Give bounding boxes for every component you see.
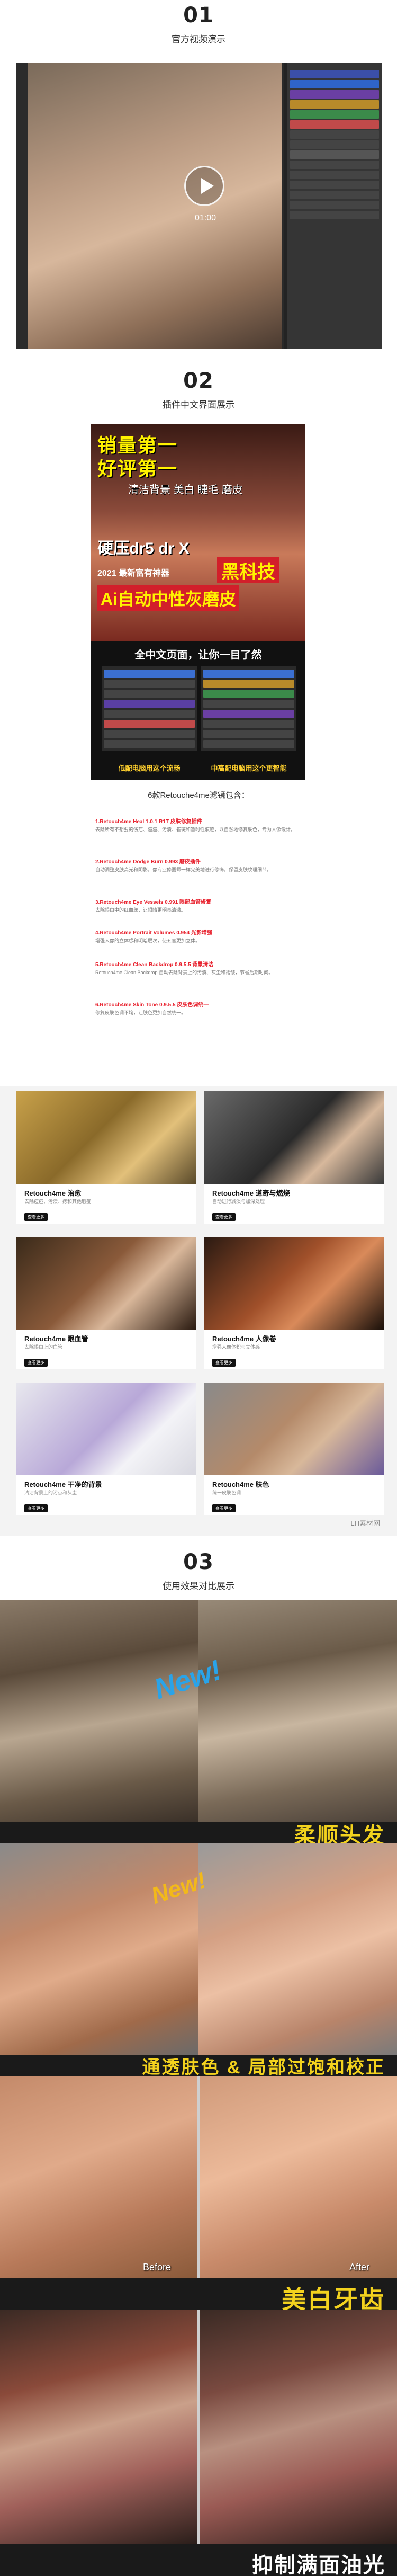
card-more-button[interactable]: 查看更多 <box>212 1213 236 1221</box>
card-desc: 去除痘痘、污渍、痣和其他瑕疵 <box>24 1199 92 1204</box>
menu-caption-left: 低配电脑用这个流畅 <box>118 764 181 772</box>
after-image <box>198 1600 397 1822</box>
card-more-button[interactable]: 查看更多 <box>212 1359 236 1367</box>
card-image <box>204 1237 384 1330</box>
section-title: 插件中文界面展示 <box>163 400 234 410</box>
card-title: Retouch4me 肤色 <box>212 1481 269 1488</box>
product-card[interactable]: Retouch4me 干净的背景 清洁背景上的污点和灰尘 查看更多 <box>16 1383 196 1515</box>
filter-title: 6.Retouch4me Skin Tone 0.9.5.5 皮肤色调统一 <box>95 1002 209 1008</box>
section-title: 官方视频演示 <box>172 34 225 44</box>
filter-desc: 去除所有不想要的伤疤、痘痘、污渍、雀斑和暂时性痕迹，以自然地修复肤色，专为人像设… <box>95 827 296 832</box>
filter-item: 5.Retouch4me Clean Backdrop 0.9.5.5 背景清洁… <box>95 960 302 976</box>
card-more-button[interactable]: 查看更多 <box>24 1213 48 1221</box>
filters-heading: 6款Retouche4me滤镜包含： <box>148 791 249 800</box>
photoshop-layers-panel <box>287 63 382 349</box>
comparison-hair: New! 柔顺头发 <box>0 1600 397 1843</box>
photoshop-toolbar <box>16 63 28 349</box>
product-cards: Retouch4me 治愈 去除痘痘、污渍、痣和其他瑕疵 查看更多 Retouc… <box>0 1086 397 1536</box>
section-number: 01 <box>183 3 214 28</box>
comparison-skin: New! 通透肤色 & 局部过饱和校正 <box>0 1843 397 2076</box>
filter-title: 5.Retouch4me Clean Backdrop 0.9.5.5 背景清洁 <box>95 962 214 968</box>
card-more-button[interactable]: 查看更多 <box>24 1359 48 1367</box>
section-header-01: 01 官方视频演示 <box>0 0 397 64</box>
poster-subtitle: 2021 最新富有神器 <box>97 569 170 578</box>
chinese-menu-preview: 全中文页面，让你一目了然 低配电脑用这个流畅 中高配电脑用这个更智能 <box>91 641 305 780</box>
filter-item: 3.Retouch4me Eye Vessels 0.991 眼部血管修复 去除… <box>95 897 302 914</box>
card-more-button[interactable]: 查看更多 <box>212 1504 236 1512</box>
before-label: Before <box>143 2262 172 2272</box>
filter-desc: 自动调整皮肤高光和阴影，像专业修图师一样完美地进行修饰，保留皮肤纹理细节。 <box>95 867 272 872</box>
promo-poster: 销量第一 好评第一 清洁背景 美白 睫毛 磨皮 硬压dr5 dr X 2021 … <box>91 424 305 641</box>
card-desc: 统一皮肤色调 <box>212 1490 241 1495</box>
comparison-teeth: Before After 美白牙齿 <box>0 2076 397 2310</box>
poster-highlight-2: Ai自动中性灰磨皮 <box>97 585 240 611</box>
after-image <box>200 2076 397 2278</box>
section-number: 03 <box>183 1550 214 1574</box>
card-desc: 清洁背景上的污点和灰尘 <box>24 1490 77 1495</box>
product-card[interactable]: Retouch4me 肤色 统一皮肤色调 查看更多 <box>204 1383 384 1515</box>
card-image <box>16 1237 196 1330</box>
card-image <box>204 1383 384 1475</box>
menu-list-left <box>102 666 197 751</box>
section-number: 02 <box>183 369 214 393</box>
before-image <box>0 1843 198 2055</box>
filter-item: 4.Retouch4me Portrait Volumes 0.954 光影增强… <box>95 928 302 944</box>
after-image <box>200 2310 397 2544</box>
after-label: After <box>349 2262 370 2272</box>
poster-headline-2: 好评第一 <box>97 458 178 479</box>
section-header-03: 03 使用效果对比展示 <box>0 1547 397 1600</box>
card-title: Retouch4me 人像卷 <box>212 1335 276 1343</box>
filters-list: 6款Retouche4me滤镜包含： 1.Retouch4me Heal 1.0… <box>79 789 318 1075</box>
comparison-caption: 美白牙齿 <box>282 2286 385 2310</box>
poster-brand: 硬压dr5 dr X <box>97 540 190 557</box>
filter-desc: 增强人像的立体感和明暗层次，使五官更加立体。 <box>95 938 201 943</box>
card-desc: 自动进行减淡与加深处理 <box>212 1199 265 1204</box>
section-header-02: 02 插件中文界面展示 <box>0 366 397 424</box>
watermark: LH素材网 <box>350 1519 380 1527</box>
card-title: Retouch4me 道奇与燃烧 <box>212 1189 290 1197</box>
card-image <box>204 1091 384 1184</box>
section-title: 使用效果对比展示 <box>163 1581 234 1591</box>
poster-highlight-1: 黑科技 <box>217 557 279 583</box>
filter-item: 6.Retouch4me Skin Tone 0.9.5.5 皮肤色调统一 修复… <box>95 1000 302 1017</box>
before-image <box>0 1600 198 1822</box>
comparison-caption: 柔顺头发 <box>294 1824 385 1843</box>
menu-caption-right: 中高配电脑用这个更智能 <box>211 764 287 772</box>
comparison-oil: 抑制满面油光 <box>0 2310 397 2576</box>
product-card[interactable]: Retouch4me 眼血管 去除眼白上的血管 查看更多 <box>16 1237 196 1369</box>
video-duration: 01:00 <box>194 213 216 222</box>
play-icon[interactable] <box>184 166 224 206</box>
card-title: Retouch4me 治愈 <box>24 1189 82 1197</box>
before-image <box>0 2076 197 2278</box>
menu-list-right <box>201 666 296 751</box>
poster-features: 清洁背景 美白 睫毛 磨皮 <box>128 484 243 496</box>
filter-desc: Retouch4me Clean Backdrop 自动去除背景上的污渍、灰尘和… <box>95 970 274 975</box>
card-desc: 去除眼白上的血管 <box>24 1344 63 1350</box>
filter-title: 4.Retouch4me Portrait Volumes 0.954 光影增强 <box>95 930 212 936</box>
card-title: Retouch4me 干净的背景 <box>24 1481 102 1488</box>
product-card[interactable]: Retouch4me 道奇与燃烧 自动进行减淡与加深处理 查看更多 <box>204 1091 384 1224</box>
video-player[interactable]: 01:00 <box>16 63 382 349</box>
filter-item: 2.Retouch4me Dodge Burn 0.993 磨皮插件 自动调整皮… <box>95 857 302 873</box>
product-card[interactable]: Retouch4me 治愈 去除痘痘、污渍、痣和其他瑕疵 查看更多 <box>16 1091 196 1224</box>
filter-title: 1.Retouch4me Heal 1.0.1 R1T 皮肤修复插件 <box>95 819 202 825</box>
card-more-button[interactable]: 查看更多 <box>24 1504 48 1512</box>
filter-item: 1.Retouch4me Heal 1.0.1 R1T 皮肤修复插件 去除所有不… <box>95 817 302 833</box>
filter-desc: 去除眼白中的红血丝，让眼睛更明亮清澈。 <box>95 907 186 913</box>
card-image <box>16 1091 196 1184</box>
comparison-caption: 通透肤色 & 局部过饱和校正 <box>142 2057 385 2076</box>
filter-desc: 修复皮肤色调不均，让肤色更加自然统一。 <box>95 1010 186 1015</box>
after-image <box>198 1843 397 2055</box>
filter-title: 2.Retouch4me Dodge Burn 0.993 磨皮插件 <box>95 859 201 865</box>
card-title: Retouch4me 眼血管 <box>24 1335 88 1343</box>
portrait-video-frame <box>28 63 282 349</box>
product-card[interactable]: Retouch4me 人像卷 增强人像体积与立体感 查看更多 <box>204 1237 384 1369</box>
comparison-caption: 抑制满面油光 <box>252 2554 385 2576</box>
card-desc: 增强人像体积与立体感 <box>212 1344 260 1350</box>
card-image <box>16 1383 196 1475</box>
menu-preview-title: 全中文页面，让你一目了然 <box>134 649 262 661</box>
filter-title: 3.Retouch4me Eye Vessels 0.991 眼部血管修复 <box>95 899 211 905</box>
before-image <box>0 2310 197 2544</box>
